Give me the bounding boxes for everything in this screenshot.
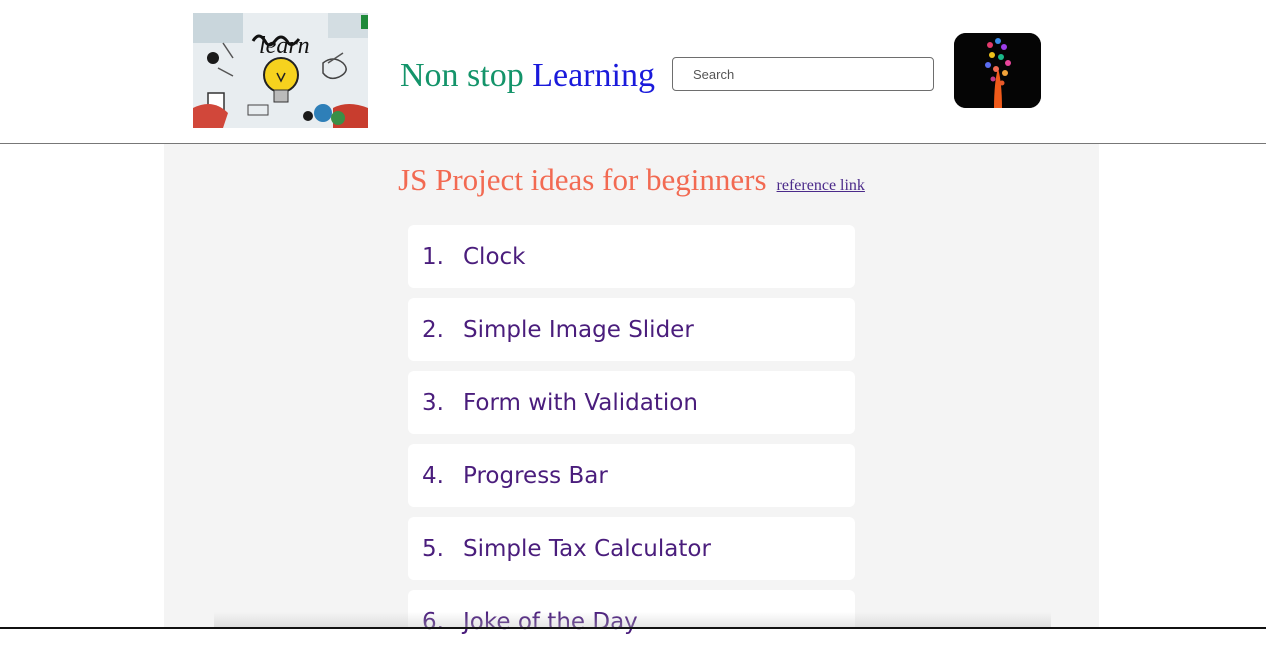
brand-word-learning: Learning xyxy=(532,57,655,94)
list-item-joke-of-the-day[interactable]: 6. Joke of the Day xyxy=(408,590,855,653)
list-item-label: Joke of the Day xyxy=(463,608,638,635)
learn-lightbulb-illustration: learn xyxy=(193,13,368,128)
page-heading: JS Project ideas for beginners reference… xyxy=(164,162,1099,198)
reference-link[interactable]: reference link xyxy=(777,177,865,194)
learn-logo-image[interactable]: learn xyxy=(193,13,368,128)
search-input[interactable] xyxy=(672,57,934,91)
list-item-number: 4. xyxy=(422,462,444,489)
site-header: learn Non stop Learning xyxy=(0,0,1266,144)
page-title: JS Project ideas for beginners xyxy=(398,162,767,197)
list-item-simple-tax-calculator[interactable]: 5. Simple Tax Calculator xyxy=(408,517,855,580)
list-item-label: Simple Image Slider xyxy=(463,316,694,343)
list-item-simple-image-slider[interactable]: 2. Simple Image Slider xyxy=(408,298,855,361)
list-item-number: 2. xyxy=(422,316,444,343)
list-item-number: 6. xyxy=(422,608,444,635)
list-item-label: Clock xyxy=(463,243,526,270)
colorful-tree-icon xyxy=(954,33,1041,108)
list-item-label: Simple Tax Calculator xyxy=(463,535,711,562)
main-content: JS Project ideas for beginners reference… xyxy=(164,144,1099,653)
list-item-clock[interactable]: 1. Clock xyxy=(408,225,855,288)
site-brand-title[interactable]: Non stop Learning xyxy=(400,56,655,96)
brand-word-non-stop: Non stop xyxy=(400,57,524,94)
list-item-number: 5. xyxy=(422,535,444,562)
list-item-number: 3. xyxy=(422,389,444,416)
list-item-form-with-validation[interactable]: 3. Form with Validation xyxy=(408,371,855,434)
list-item-label: Progress Bar xyxy=(463,462,608,489)
svg-text:learn: learn xyxy=(259,33,310,59)
app-logo-icon[interactable] xyxy=(954,33,1041,108)
list-item-progress-bar[interactable]: 4. Progress Bar xyxy=(408,444,855,507)
list-item-number: 1. xyxy=(422,243,444,270)
project-ideas-list: 1. Clock 2. Simple Image Slider 3. Form … xyxy=(408,225,855,663)
list-item-label: Form with Validation xyxy=(463,389,698,416)
